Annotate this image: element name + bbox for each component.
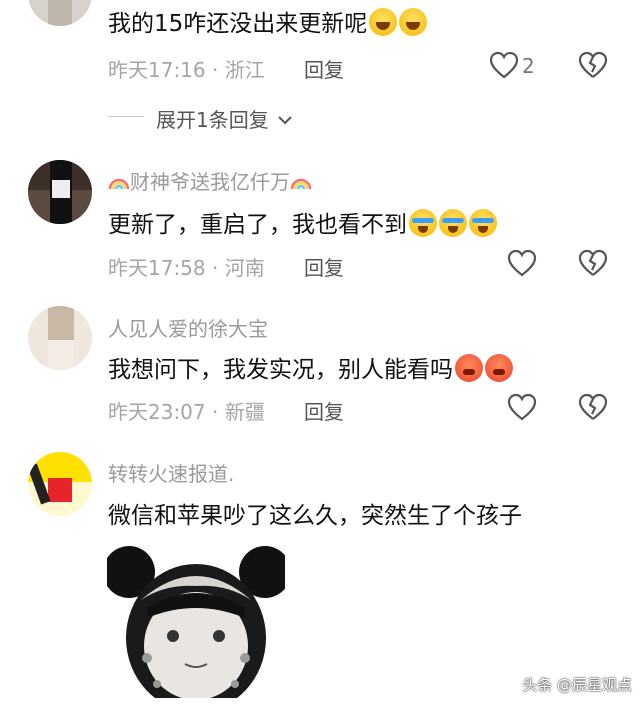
avatar[interactable] [28,160,92,224]
crying-emoji [439,209,467,237]
heart-broken-icon[interactable] [578,249,608,277]
heart-icon[interactable] [507,249,537,277]
reply-button[interactable]: 回复 [304,396,344,425]
watermark: 头条 @辰星观点 [522,676,632,694]
laugh-cry-emoji [369,8,398,36]
username[interactable]: 人见人爱的徐大宝 [108,313,268,342]
comment-time: 昨天17:58 · 河南 [108,256,265,280]
comment-text: 更新了，重启了，我也看不到 [108,205,497,239]
comment-sticker-image[interactable] [107,538,285,698]
chevron-down-icon [278,116,292,125]
rainbow-icon [108,178,130,190]
comment-text: 微信和苹果吵了这么久，突然生了个孩子 [108,503,522,529]
reply-button[interactable]: 回复 [304,252,344,281]
rainbow-icon [290,178,312,190]
expand-replies-label: 展开1条回复 [156,108,269,132]
avatar[interactable] [28,0,92,26]
red-face-emoji [455,354,483,382]
crying-emoji [409,209,437,237]
heart-icon[interactable] [489,51,519,79]
crying-emoji [469,209,497,237]
like-count: 2 [522,54,535,78]
comment-time: 昨天17:16 · 浙江 [108,58,265,82]
username[interactable]: 财神爷送我亿仟万 [108,166,312,195]
expand-replies-divider [108,116,144,117]
laugh-cry-emoji [399,8,428,36]
comment-time: 昨天23:07 · 新疆 [108,400,265,424]
heart-broken-icon[interactable] [578,393,608,421]
expand-replies-button[interactable]: 展开1条回复 [156,104,293,133]
heart-icon[interactable] [507,393,537,421]
heart-broken-icon[interactable] [578,51,608,79]
username[interactable]: 转转火速报道. [108,458,234,487]
avatar[interactable] [28,452,92,516]
comment-text: 我想问下，我发实况，别人能看吗 [108,350,513,384]
comment-text: 我的15咋还没出来更新呢 [108,4,428,38]
red-face-emoji [485,354,513,382]
avatar[interactable] [28,306,92,370]
reply-button[interactable]: 回复 [304,54,344,83]
